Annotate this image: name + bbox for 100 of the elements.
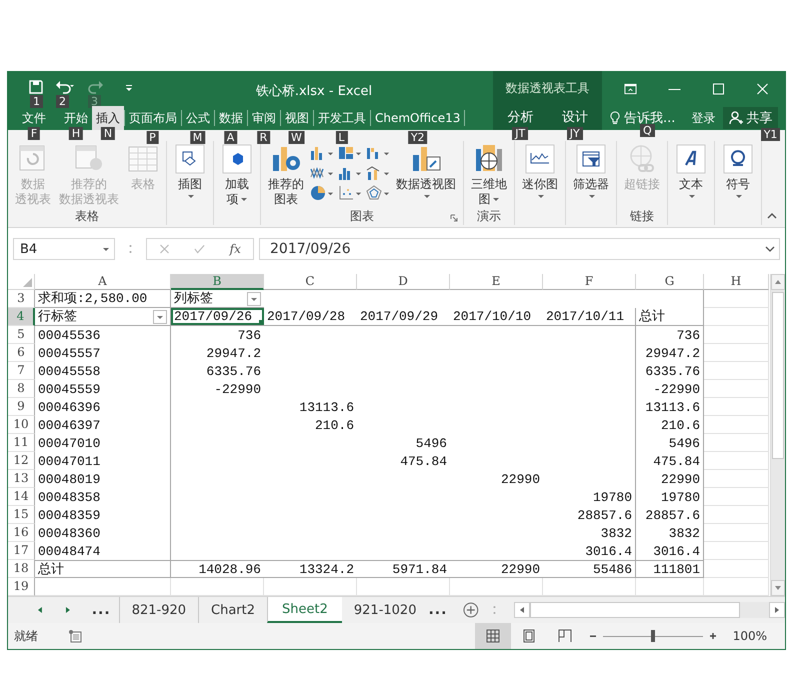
ribbon-button[interactable]: 符号 — [718, 141, 758, 202]
horizontal-scrollbar[interactable] — [514, 602, 785, 618]
text-icon — [675, 143, 707, 175]
table-cell: 2017/10/11 — [546, 308, 624, 325]
column-header[interactable]: F — [543, 274, 636, 290]
ribbon-tab[interactable]: 文件 — [8, 106, 50, 130]
splitter-handle[interactable] — [129, 244, 132, 254]
ribbon-tab[interactable]: 开发工具 — [313, 110, 370, 126]
column-header[interactable]: C — [264, 274, 357, 290]
ribbon-tab[interactable]: 插入 — [92, 106, 124, 130]
row-header[interactable]: 15 — [8, 506, 35, 524]
table-cell: 5971.84 — [392, 560, 447, 578]
empty-cell — [704, 488, 769, 506]
row-header[interactable]: 5 — [8, 326, 35, 344]
sheet-tab[interactable]: 921-1020 — [342, 597, 428, 623]
insert-function-button[interactable]: fx — [230, 242, 241, 256]
filter-dropdown-icon[interactable] — [153, 310, 167, 324]
ribbon-button[interactable]: 文本 — [671, 141, 711, 202]
chart-type-button[interactable] — [338, 165, 362, 181]
column-header[interactable]: H — [704, 274, 769, 290]
collapse-ribbon-icon[interactable] — [767, 213, 777, 219]
formula-field[interactable]: 2017/09/26 — [259, 238, 780, 260]
share-button[interactable]: 共享 — [723, 107, 778, 129]
keytip-badge: N — [100, 127, 116, 140]
active-cell[interactable]: 2017/09/26 — [171, 308, 264, 326]
row-header[interactable]: 9 — [8, 398, 35, 416]
ribbon-tab[interactable]: 视图 — [280, 110, 313, 126]
row-header[interactable]: 16 — [8, 524, 35, 542]
filter-dropdown-icon[interactable] — [247, 292, 261, 306]
undo-icon[interactable] — [55, 80, 75, 94]
row-header[interactable]: 14 — [8, 488, 35, 506]
column-header[interactable]: G — [636, 274, 704, 290]
column-header[interactable]: B — [171, 274, 264, 290]
ribbon-button[interactable]: 三维地 图 — [467, 141, 511, 209]
chart-type-button[interactable] — [310, 145, 334, 161]
table-cell: 00048360 — [38, 524, 100, 542]
maximize-icon[interactable] — [712, 82, 726, 94]
ribbon-tab[interactable]: 数据 — [214, 110, 247, 126]
row-header[interactable]: 7 — [8, 362, 35, 380]
expand-icon[interactable] — [765, 246, 775, 252]
splitter-handle[interactable] — [493, 605, 496, 615]
save-icon[interactable] — [29, 80, 43, 94]
chart-type-button[interactable] — [366, 165, 390, 181]
more-sheets-button[interactable]: ... — [92, 602, 119, 618]
row-header[interactable]: 4 — [8, 308, 35, 326]
ribbon-tab[interactable]: 页面布局 — [124, 110, 181, 126]
sign-in-link[interactable]: 登录 — [687, 106, 720, 130]
scroll-down-icon[interactable] — [774, 584, 782, 592]
normal-view-button[interactable] — [474, 623, 511, 649]
chart-type-button[interactable] — [366, 145, 390, 161]
previous-sheet-icon[interactable] — [36, 606, 44, 614]
zoom-level[interactable]: 100% — [732, 629, 767, 643]
row-header[interactable]: 10 — [8, 416, 35, 434]
row-header[interactable]: 13 — [8, 470, 35, 488]
column-header[interactable]: A — [35, 274, 171, 290]
add-sheet-icon[interactable] — [463, 602, 480, 618]
ribbon-tab[interactable]: 公式 — [181, 110, 214, 126]
ribbon-button[interactable]: 数据透视图 — [392, 141, 460, 202]
table-cell: 28857.6 — [645, 506, 700, 524]
row-header[interactable]: 8 — [8, 380, 35, 398]
dialog-launcher-icon[interactable] — [450, 214, 458, 222]
row-header[interactable]: 11 — [8, 434, 35, 452]
chart-type-button[interactable] — [366, 185, 390, 201]
ribbon-tab[interactable]: 开始 — [60, 106, 92, 130]
row-header[interactable]: 17 — [8, 542, 35, 560]
more-sheets-button[interactable]: ... — [428, 602, 456, 618]
ribbon-tab[interactable]: 分析 — [499, 106, 542, 130]
chart-type-button[interactable] — [338, 145, 362, 161]
person-icon — [729, 111, 744, 125]
row-header[interactable]: 6 — [8, 344, 35, 362]
name-box[interactable]: B4 — [13, 238, 115, 260]
column-header[interactable]: D — [357, 274, 450, 290]
slider-thumb[interactable] — [650, 630, 655, 642]
sheet-tab[interactable]: Sheet2 — [267, 597, 342, 623]
chart-type-button[interactable] — [310, 165, 334, 181]
chart-type-button[interactable] — [310, 185, 334, 201]
vertical-scrollbar[interactable] — [770, 274, 785, 596]
ribbon-tab[interactable]: 审阅 — [247, 110, 280, 126]
ribbon-button[interactable]: 迷你图 — [518, 141, 562, 202]
column-header[interactable]: E — [450, 274, 543, 290]
zoom-in-icon[interactable] — [708, 632, 717, 640]
chart-type-button[interactable] — [338, 185, 362, 201]
customize-icon[interactable] — [125, 84, 133, 92]
ribbon-button[interactable]: 插图 — [170, 141, 210, 202]
close-icon[interactable] — [756, 82, 770, 94]
macro-record-icon[interactable] — [68, 629, 82, 643]
ribbon-tab[interactable]: 设计 — [554, 106, 596, 130]
ribbon-button[interactable]: 加载 项 — [217, 141, 257, 209]
scroll-left-icon[interactable] — [518, 606, 526, 614]
ribbon-display-icon[interactable] — [624, 82, 637, 94]
tell-me-box[interactable]: 告诉我... — [610, 109, 676, 127]
ribbon-button[interactable]: 筛选器 — [569, 141, 613, 202]
next-sheet-icon[interactable] — [64, 606, 72, 614]
table-cell: 736 — [238, 326, 261, 344]
scroll-up-icon[interactable] — [774, 278, 782, 286]
scroll-right-icon[interactable] — [773, 606, 781, 614]
row-header[interactable]: 18 — [8, 560, 35, 578]
ribbon-button[interactable]: 推荐的 图表 — [264, 141, 308, 209]
ribbon-tab[interactable]: ChemOffice13 — [370, 110, 466, 126]
row-header[interactable]: 12 — [8, 452, 35, 470]
